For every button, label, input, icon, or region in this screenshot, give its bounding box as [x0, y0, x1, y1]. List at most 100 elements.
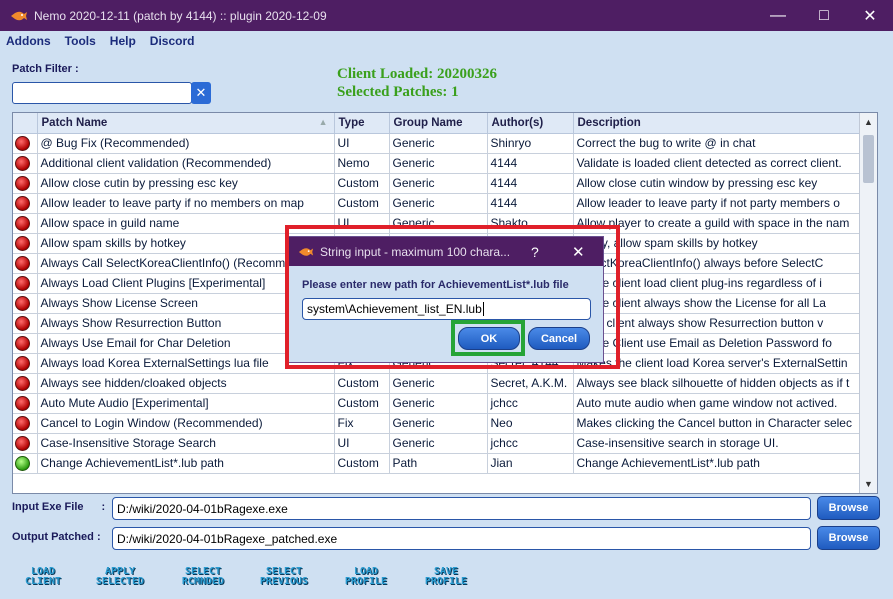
close-icon[interactable]: ✕ [847, 0, 893, 31]
scroll-down-icon[interactable]: ▼ [860, 475, 877, 493]
patch-state-cell [13, 173, 38, 194]
patch-state-cell [13, 433, 38, 454]
patch-description-cell: es the client always show the License fo… [573, 293, 861, 314]
disabled-dot-icon[interactable] [15, 155, 30, 171]
disabled-dot-icon[interactable] [15, 335, 30, 351]
disabled-dot-icon[interactable] [15, 355, 30, 371]
path-input-field[interactable]: system\Achievement_list_EN.lub [302, 298, 591, 320]
output-patched-field[interactable]: D:/wiki/2020-04-01bRagexe_patched.exe [112, 527, 811, 550]
disabled-dot-icon[interactable] [15, 195, 30, 211]
ok-button[interactable]: OK [458, 327, 520, 350]
patch-state-cell [13, 193, 38, 214]
disabled-dot-icon[interactable] [15, 175, 30, 191]
table-row[interactable]: Always see hidden/cloaked objects Custom G… [13, 373, 861, 394]
apply-selected-button[interactable]: APPLY SELECTED [88, 567, 152, 591]
table-row[interactable]: @ Bug Fix (Recommended) UI Generic Shinryo C… [13, 133, 861, 154]
disabled-dot-icon[interactable] [15, 315, 30, 331]
patch-type-cell: Custom [334, 393, 390, 414]
menu-help[interactable]: Help [110, 34, 136, 48]
table-row[interactable]: Allow space in guild name UI Generic Shakto… [13, 213, 861, 234]
menu-tools[interactable]: Tools [65, 34, 96, 48]
patch-state-cell [13, 393, 38, 414]
patch-type-cell: Custom [334, 173, 390, 194]
patch-type-cell: UI [334, 433, 390, 454]
patch-description-cell: Auto mute audio when game window not act… [573, 393, 861, 414]
disabled-dot-icon[interactable] [15, 415, 30, 431]
patch-author-cell: 4144 [487, 153, 574, 174]
patch-name-cell: Allow space in guild name [37, 213, 335, 234]
patch-name-cell: Allow leader to leave party if no member… [37, 193, 335, 214]
patch-type-cell: Custom [334, 373, 390, 394]
menu-bar: Addons Tools Help Discord [0, 31, 893, 51]
disabled-dot-icon[interactable] [15, 435, 30, 451]
patch-name-cell: Auto Mute Audio [Experimental] [37, 393, 335, 414]
table-row[interactable]: Case-Insensitive Storage Search UI Generic… [13, 433, 861, 454]
load-client-button[interactable]: LOAD CLIENT [20, 567, 66, 591]
patch-type-cell: UI [334, 213, 390, 234]
table-row[interactable]: Additional client validation (Recommende… [13, 153, 861, 174]
clear-x-icon[interactable]: ✕ [191, 82, 211, 104]
browse-input-button[interactable]: Browse [817, 496, 880, 520]
patch-name-cell: Additional client validation (Recommende… [37, 153, 335, 174]
dialog-close-icon[interactable]: ✕ [572, 243, 585, 261]
patch-group-cell: Generic [389, 413, 488, 434]
patch-state-cell [13, 333, 38, 354]
patch-type-cell: UI [334, 133, 390, 154]
disabled-dot-icon[interactable] [15, 295, 30, 311]
client-loaded-status: Client Loaded: 20200326 [337, 66, 498, 82]
patch-state-cell [13, 313, 38, 334]
disabled-dot-icon[interactable] [15, 235, 30, 251]
table-row[interactable]: Allow leader to leave party if no member… [13, 193, 861, 214]
select-previous-button[interactable]: SELECT PREVIOUS [250, 567, 318, 591]
maximize-icon[interactable]: □ [801, 0, 847, 31]
patch-name-cell: Case-Insensitive Storage Search [37, 433, 335, 454]
table-row[interactable]: Change AchievementList*.lub path Custom Pa… [13, 453, 861, 474]
window-title: Nemo 2020-12-11 (patch by 4144) :: plugi… [34, 8, 327, 23]
table-row[interactable]: Auto Mute Audio [Experimental] Custom Gene… [13, 393, 861, 414]
patch-filter-input[interactable] [12, 82, 192, 104]
load-profile-button[interactable]: LOAD PROFILE [338, 567, 394, 591]
menu-discord[interactable]: Discord [150, 34, 195, 48]
patch-filter-label: Patch Filter : [12, 63, 79, 75]
table-scrollbar[interactable]: ▲ ▼ [859, 113, 877, 493]
patch-state-cell [13, 273, 38, 294]
patch-name-cell: Change AchievementList*.lub path [37, 453, 335, 474]
patch-type-cell: Custom [334, 193, 390, 214]
patch-description-cell: Allow leader to leave party if not party… [573, 193, 861, 214]
disabled-dot-icon[interactable] [15, 275, 30, 291]
patch-description-cell: Validate is loaded client detected as co… [573, 153, 861, 174]
input-exe-field[interactable]: D:/wiki/2020-04-01bRagexe.exe [112, 497, 811, 520]
column-header-description[interactable]: Description [573, 113, 861, 134]
disabled-dot-icon[interactable] [15, 395, 30, 411]
scroll-thumb[interactable] [863, 135, 874, 183]
cancel-button[interactable]: Cancel [528, 327, 590, 350]
select-recommended-button[interactable]: SELECT RCMNDED [168, 567, 238, 591]
help-icon[interactable]: ? [531, 244, 539, 260]
column-header-patch-name[interactable]: Patch Name ▲ [37, 113, 335, 134]
input-exe-label: Input Exe File: [12, 501, 106, 513]
column-header-state[interactable] [13, 113, 38, 134]
table-row[interactable]: Cancel to Login Window (Recommended) Fix G… [13, 413, 861, 434]
minimize-icon[interactable]: — [755, 0, 801, 31]
disabled-dot-icon[interactable] [15, 135, 30, 151]
patch-state-cell [13, 233, 38, 254]
table-row[interactable]: Allow close cutin by pressing esc key Cus… [13, 173, 861, 194]
sort-up-icon: ▲ [318, 116, 328, 127]
patch-group-cell: Path [389, 453, 488, 474]
patch-author-cell: jchcc [487, 433, 574, 454]
column-header-type[interactable]: Type [334, 113, 390, 134]
disabled-dot-icon[interactable] [15, 255, 30, 271]
browse-output-button[interactable]: Browse [817, 526, 880, 550]
scroll-up-icon[interactable]: ▲ [860, 113, 877, 131]
menu-addons[interactable]: Addons [6, 34, 51, 48]
column-header-group[interactable]: Group Name [389, 113, 488, 134]
save-profile-button[interactable]: SAVE PROFILE [418, 567, 474, 591]
column-header-authors[interactable]: Author(s) [487, 113, 574, 134]
patch-type-cell: Nemo [334, 153, 390, 174]
disabled-dot-icon[interactable] [15, 215, 30, 231]
dialog-title: String input - maximum 100 chara... [320, 244, 511, 259]
patch-description-cell: Makes the client load Korea server's Ext… [573, 353, 861, 374]
disabled-dot-icon[interactable] [15, 375, 30, 391]
patch-name-cell: @ Bug Fix (Recommended) [37, 133, 335, 154]
enabled-dot-icon[interactable] [15, 455, 30, 471]
